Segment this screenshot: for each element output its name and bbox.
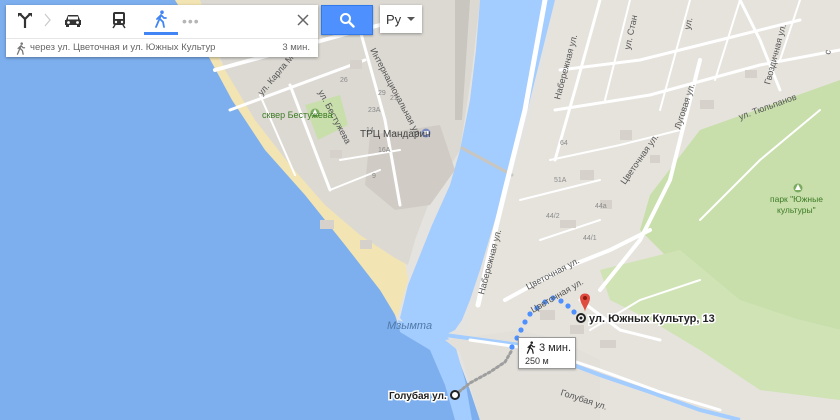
route-summary[interactable]: через ул. Цветочная и ул. Южных Культур … <box>6 38 318 58</box>
close-icon <box>297 14 309 26</box>
walk-icon <box>155 9 167 28</box>
car-mode-button[interactable] <box>56 5 90 35</box>
route-via-text: через ул. Цветочная и ул. Южных Культур <box>30 42 216 53</box>
river-label: Мзымта <box>387 320 432 332</box>
house-number: 16A <box>378 147 391 154</box>
route-info-bubble[interactable]: 3 мин. 250 м <box>518 337 576 369</box>
car-icon <box>65 15 81 27</box>
house-number: 64 <box>560 140 568 147</box>
house-number: 51A <box>554 177 567 184</box>
directions-panel: ••• через ул. Цветочная и ул. Южных Куль… <box>6 5 318 57</box>
house-number: 21 <box>390 95 398 102</box>
house-number: 44/1 <box>583 235 597 242</box>
directions-mode-button[interactable] <box>8 5 42 35</box>
transit-icon <box>112 12 126 29</box>
place-park-label-1: парк "Южные <box>770 194 823 204</box>
house-number: 29 <box>378 90 386 97</box>
close-button[interactable] <box>291 8 315 32</box>
origin-label[interactable]: Голубая ул. <box>389 390 447 402</box>
walk-icon <box>526 341 536 354</box>
travel-mode-bar: ••• <box>6 5 318 35</box>
more-modes-icon[interactable]: ••• <box>182 13 200 29</box>
house-number: 44а <box>595 203 607 210</box>
place-mall-label: ТРЦ Мандарин <box>360 129 431 140</box>
bubble-distance: 250 м <box>525 356 549 366</box>
walk-mode-button[interactable] <box>144 5 178 35</box>
directions-icon <box>18 13 32 28</box>
origin-marker[interactable] <box>450 390 460 400</box>
house-number: 26 <box>340 77 348 84</box>
house-number: 23A <box>368 107 381 114</box>
house-number: 44/2 <box>546 213 560 220</box>
house-number: 9 <box>372 173 376 180</box>
destination-label[interactable]: ул. Южных Культур, 13 <box>589 313 715 325</box>
chevron-down-icon <box>407 17 415 21</box>
place-square-label: сквер Бестужева <box>262 110 333 120</box>
chevron-right-icon <box>44 13 51 27</box>
transit-mode-button[interactable] <box>102 5 136 35</box>
language-select-value: Ру <box>386 11 402 27</box>
destination-marker[interactable] <box>576 313 586 323</box>
language-select[interactable]: Ру <box>380 5 422 33</box>
place-park-label-2: культуры" <box>777 205 816 215</box>
park-tree-icon[interactable] <box>793 183 803 193</box>
search-button[interactable] <box>321 5 373 35</box>
route-time-text: 3 мин. <box>282 42 310 53</box>
map-canvas[interactable]: Интернациональная ул. ул. Карла М ул. Бе… <box>0 0 840 420</box>
walk-icon <box>16 42 26 55</box>
search-icon <box>340 13 355 28</box>
bubble-time: 3 мин. <box>539 342 572 354</box>
